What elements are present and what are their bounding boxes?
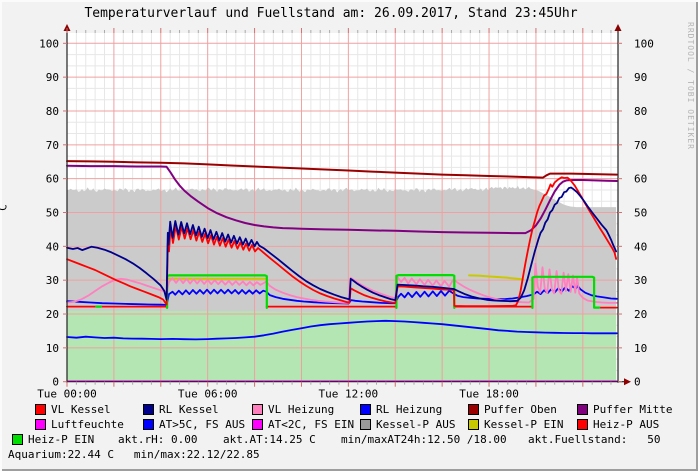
chart-title: Temperaturverlauf und Fuellstand am: 26.…: [0, 6, 662, 21]
y-tick-label-right: 100: [634, 37, 654, 50]
rrd-graph: Temperaturverlauf und Fuellstand am: 26.…: [0, 0, 698, 471]
y-tick-label-right: 40: [634, 240, 647, 253]
y-tick-label-left: 10: [46, 342, 59, 355]
y-tick-label-left: 60: [46, 173, 59, 186]
y-tick-label-right: 90: [634, 71, 647, 84]
y-axis-arrow-right: [615, 24, 622, 31]
y-tick-label-left: 40: [46, 240, 59, 253]
y-tick-label-left: 20: [46, 308, 59, 321]
x-tick-label: Tue 06:00: [178, 388, 238, 401]
y-tick-label-left: 80: [46, 105, 59, 118]
y-tick-label-right: 70: [634, 139, 647, 152]
y-tick-label-right: 20: [634, 308, 647, 321]
temperature-chart: 0010102020303040405050606070708080909010…: [0, 0, 698, 471]
y-tick-label-left: 70: [46, 139, 59, 152]
rrdtool-watermark: RRDTOOL / TOBI OETIKER: [686, 22, 695, 150]
y-tick-label-left: 100: [39, 37, 59, 50]
x-axis-arrow: [624, 378, 631, 385]
x-tick-label: Tue 00:00: [37, 388, 97, 401]
x-tick-label: Tue 18:00: [459, 388, 519, 401]
x-tick-label: Tue 12:00: [319, 388, 379, 401]
y-tick-label-left: 30: [46, 274, 59, 287]
y-axis-label: C: [0, 188, 10, 228]
y-tick-label-right: 10: [634, 342, 647, 355]
y-tick-label-right: 0: [634, 376, 641, 389]
y-tick-label-right: 60: [634, 173, 647, 186]
y-tick-label-left: 90: [46, 71, 59, 84]
y-tick-label-right: 30: [634, 274, 647, 287]
y-tick-label-left: 50: [46, 207, 59, 220]
y-tick-label-right: 80: [634, 105, 647, 118]
y-tick-label-right: 50: [634, 207, 647, 220]
area-gruene-flaeche: [67, 311, 616, 382]
